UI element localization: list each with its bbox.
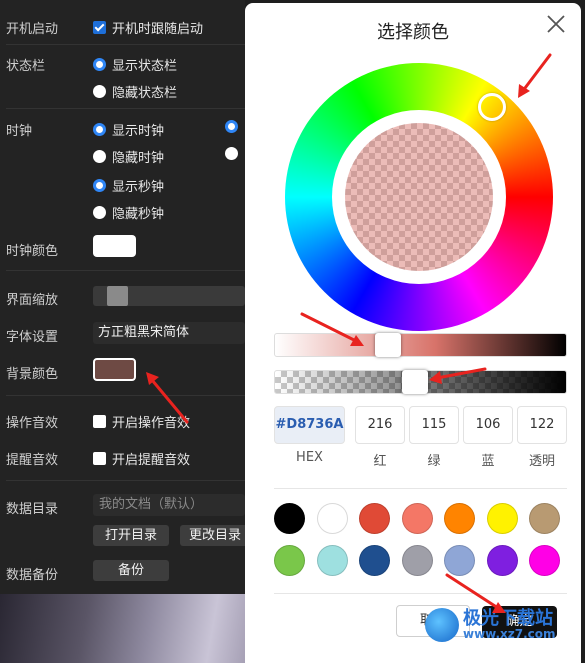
startup-option-label: 开机时跟随启动 bbox=[112, 22, 204, 37]
close-icon[interactable] bbox=[545, 13, 567, 35]
wheel-handle[interactable] bbox=[478, 93, 506, 121]
show-seconds-label: 显示秒钟 bbox=[112, 180, 165, 195]
hide-clock-radio[interactable]: 隐藏时钟 bbox=[93, 147, 164, 166]
alpha-slider-thumb[interactable] bbox=[402, 370, 429, 394]
font-label: 字体设置 bbox=[6, 330, 59, 345]
startup-label: 开机启动 bbox=[6, 22, 59, 37]
hex-input[interactable]: #D8736A bbox=[274, 406, 345, 444]
hide-seconds-label: 隐藏秒钟 bbox=[112, 207, 165, 222]
saturation-slider[interactable] bbox=[274, 333, 567, 357]
remind-sound-option-label: 开启提醒音效 bbox=[112, 453, 191, 468]
data-dir-label: 数据目录 bbox=[6, 502, 59, 517]
preset-color-swatch[interactable] bbox=[274, 545, 305, 576]
watermark-logo-icon bbox=[425, 608, 459, 642]
remind-sound-label: 提醒音效 bbox=[6, 453, 59, 468]
clock-color-swatch[interactable] bbox=[93, 235, 136, 257]
font-select[interactable]: 方正粗黑宋简体 bbox=[93, 322, 245, 344]
preset-color-swatch[interactable] bbox=[401, 503, 433, 534]
radio-unselected-icon bbox=[93, 85, 106, 98]
show-clock-radio[interactable]: 显示时钟 bbox=[93, 120, 164, 139]
zoom-label: 界面缩放 bbox=[6, 293, 59, 308]
show-seconds-radio[interactable]: 显示秒钟 bbox=[93, 176, 164, 195]
divider bbox=[6, 395, 245, 396]
watermark-name: 极光下载站 bbox=[463, 607, 553, 629]
preset-color-swatch[interactable] bbox=[359, 545, 390, 576]
open-dir-button[interactable]: 打开目录 bbox=[93, 525, 169, 546]
show-clock-label: 显示时钟 bbox=[112, 124, 165, 139]
preset-color-swatch[interactable] bbox=[274, 503, 305, 534]
watermark-text: 极光下载站 www.xz7.com bbox=[463, 607, 556, 642]
radio-selected-icon bbox=[93, 58, 106, 71]
backup-label: 数据备份 bbox=[6, 568, 59, 583]
clock-style-radio-1[interactable] bbox=[225, 120, 238, 133]
startup-checkbox[interactable]: 开机时跟随启动 bbox=[93, 18, 203, 37]
settings-panel: 开机启动 开机时跟随启动 状态栏 显示状态栏 隐藏状态栏 时钟 显示时钟 隐藏时… bbox=[0, 0, 250, 594]
radio-unselected-icon bbox=[93, 206, 106, 219]
divider bbox=[6, 108, 245, 109]
preset-color-swatch[interactable] bbox=[529, 503, 560, 534]
bg-color-swatch[interactable] bbox=[93, 358, 136, 381]
green-label: 绿 bbox=[427, 454, 441, 469]
saturation-slider-thumb[interactable] bbox=[375, 333, 402, 357]
clock-color-label: 时钟颜色 bbox=[6, 244, 59, 259]
preset-color-swatch[interactable] bbox=[444, 545, 475, 576]
radio-unselected-icon bbox=[225, 147, 238, 160]
divider bbox=[274, 488, 567, 489]
hide-seconds-radio[interactable]: 隐藏秒钟 bbox=[93, 203, 164, 222]
op-sound-label: 操作音效 bbox=[6, 416, 59, 431]
blue-input[interactable]: 106 bbox=[463, 406, 513, 444]
checkbox-unchecked-icon bbox=[93, 452, 106, 465]
radio-selected-icon bbox=[225, 120, 238, 133]
blue-label: 蓝 bbox=[481, 454, 495, 469]
preset-color-swatch[interactable] bbox=[529, 545, 560, 576]
preset-color-swatch[interactable] bbox=[359, 503, 390, 534]
show-statusbar-label: 显示状态栏 bbox=[112, 59, 178, 74]
backup-button[interactable]: 备份 bbox=[93, 560, 169, 581]
radio-unselected-icon bbox=[93, 150, 106, 163]
hide-statusbar-label: 隐藏状态栏 bbox=[112, 86, 178, 101]
preset-color-swatch[interactable] bbox=[316, 545, 348, 576]
remind-sound-checkbox[interactable]: 开启提醒音效 bbox=[93, 449, 190, 468]
hex-label: HEX bbox=[296, 450, 323, 465]
preset-color-swatch[interactable] bbox=[444, 503, 475, 534]
op-sound-checkbox[interactable]: 开启操作音效 bbox=[93, 412, 190, 431]
zoom-slider-thumb[interactable] bbox=[107, 286, 128, 306]
clock-label: 时钟 bbox=[6, 124, 33, 139]
hide-clock-label: 隐藏时钟 bbox=[112, 151, 165, 166]
watermark: 极光下载站 www.xz7.com bbox=[425, 608, 556, 642]
divider bbox=[6, 270, 245, 271]
clock-style-radio-2[interactable] bbox=[225, 147, 238, 160]
red-label: 红 bbox=[373, 454, 387, 469]
divider bbox=[6, 44, 245, 45]
data-dir-input[interactable]: 我的文档（默认） bbox=[93, 494, 245, 516]
radio-selected-icon bbox=[93, 123, 106, 136]
show-statusbar-radio[interactable]: 显示状态栏 bbox=[93, 55, 177, 74]
red-input[interactable]: 216 bbox=[355, 406, 405, 444]
preset-color-swatch[interactable] bbox=[401, 545, 433, 576]
green-input[interactable]: 115 bbox=[409, 406, 459, 444]
hide-statusbar-radio[interactable]: 隐藏状态栏 bbox=[93, 82, 177, 101]
change-dir-button[interactable]: 更改目录 bbox=[180, 525, 250, 546]
checkbox-checked-icon bbox=[93, 21, 106, 34]
checkbox-unchecked-icon bbox=[93, 415, 106, 428]
op-sound-option-label: 开启操作音效 bbox=[112, 416, 191, 431]
divider bbox=[6, 480, 245, 481]
preview-tint bbox=[345, 123, 493, 271]
color-preview bbox=[345, 123, 493, 271]
bg-color-label: 背景颜色 bbox=[6, 367, 59, 382]
radio-selected-icon bbox=[93, 179, 106, 192]
preset-color-swatch[interactable] bbox=[486, 503, 518, 534]
preset-color-swatch[interactable] bbox=[316, 503, 348, 534]
background-image bbox=[0, 594, 245, 663]
preset-color-swatch[interactable] bbox=[486, 545, 518, 576]
statusbar-label: 状态栏 bbox=[6, 59, 46, 74]
color-wheel[interactable] bbox=[285, 63, 553, 331]
dialog-title: 选择颜色 bbox=[377, 22, 449, 43]
alpha-input[interactable]: 122 bbox=[517, 406, 567, 444]
color-picker-dialog: 选择颜色 #D8736A 216 115 106 122 HEX 红 绿 蓝 透… bbox=[245, 3, 581, 663]
alpha-label: 透明 bbox=[528, 454, 555, 469]
watermark-url: www.xz7.com bbox=[463, 627, 556, 642]
divider bbox=[274, 593, 567, 594]
